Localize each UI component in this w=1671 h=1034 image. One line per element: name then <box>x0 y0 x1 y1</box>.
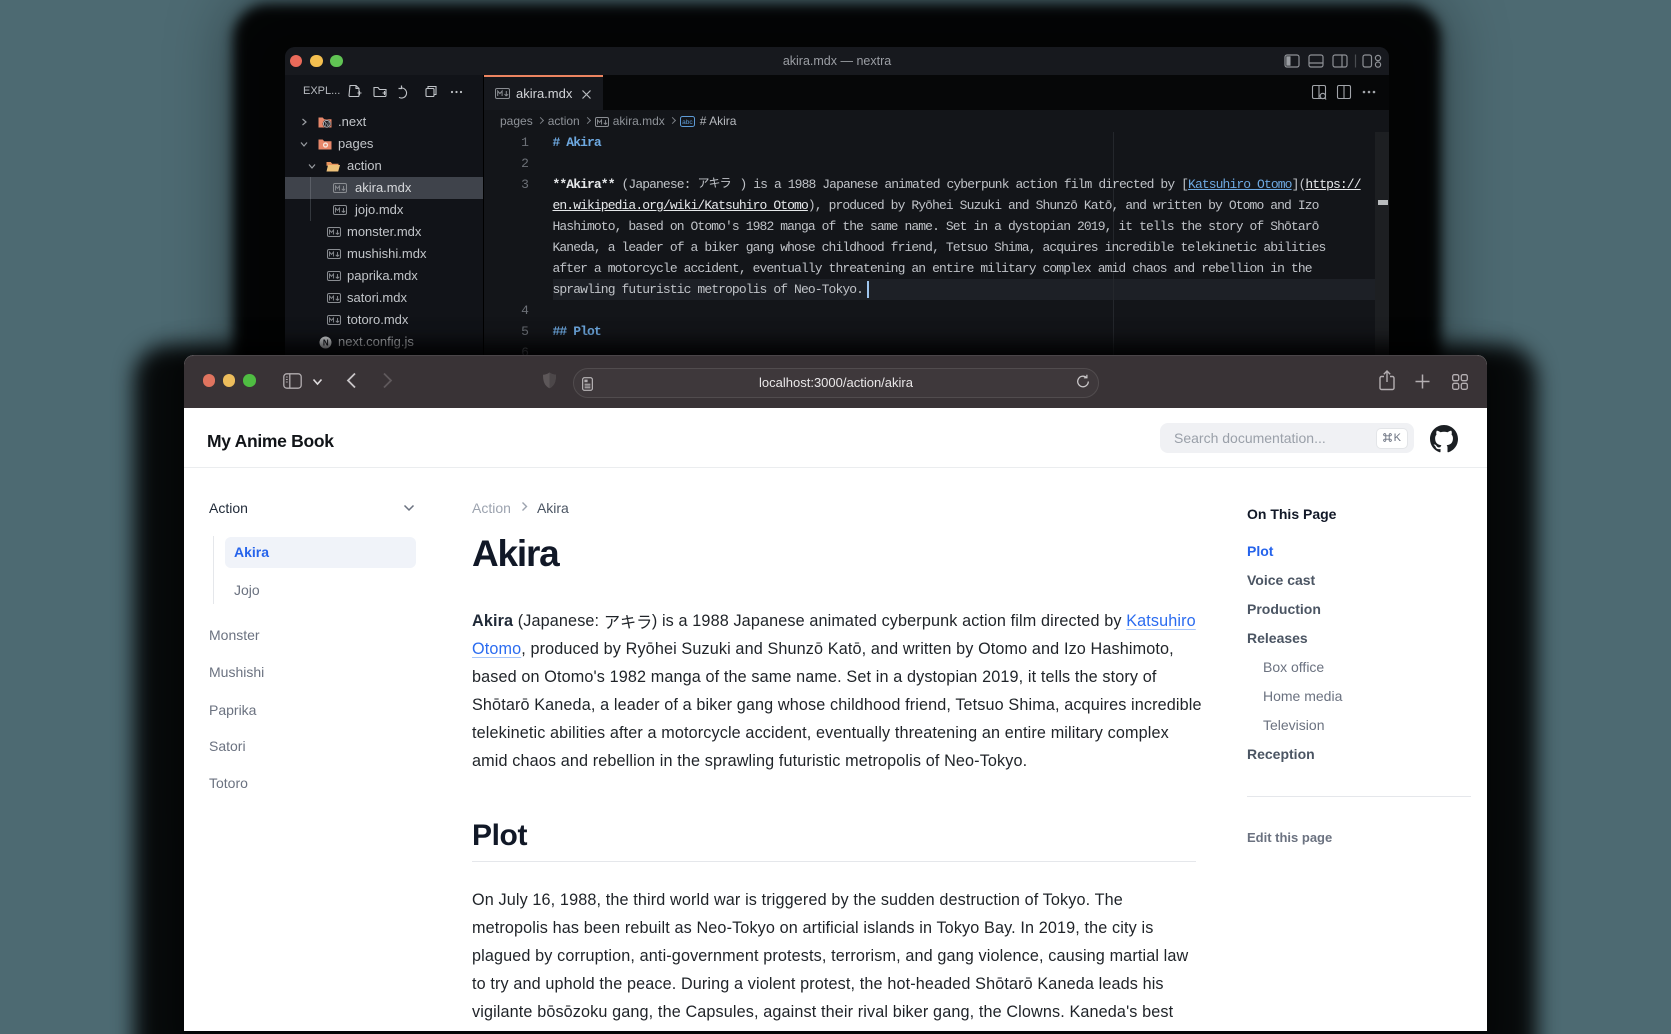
svg-text:N: N <box>325 122 329 128</box>
svg-text:N: N <box>323 338 329 347</box>
svg-text:abc: abc <box>682 119 693 126</box>
